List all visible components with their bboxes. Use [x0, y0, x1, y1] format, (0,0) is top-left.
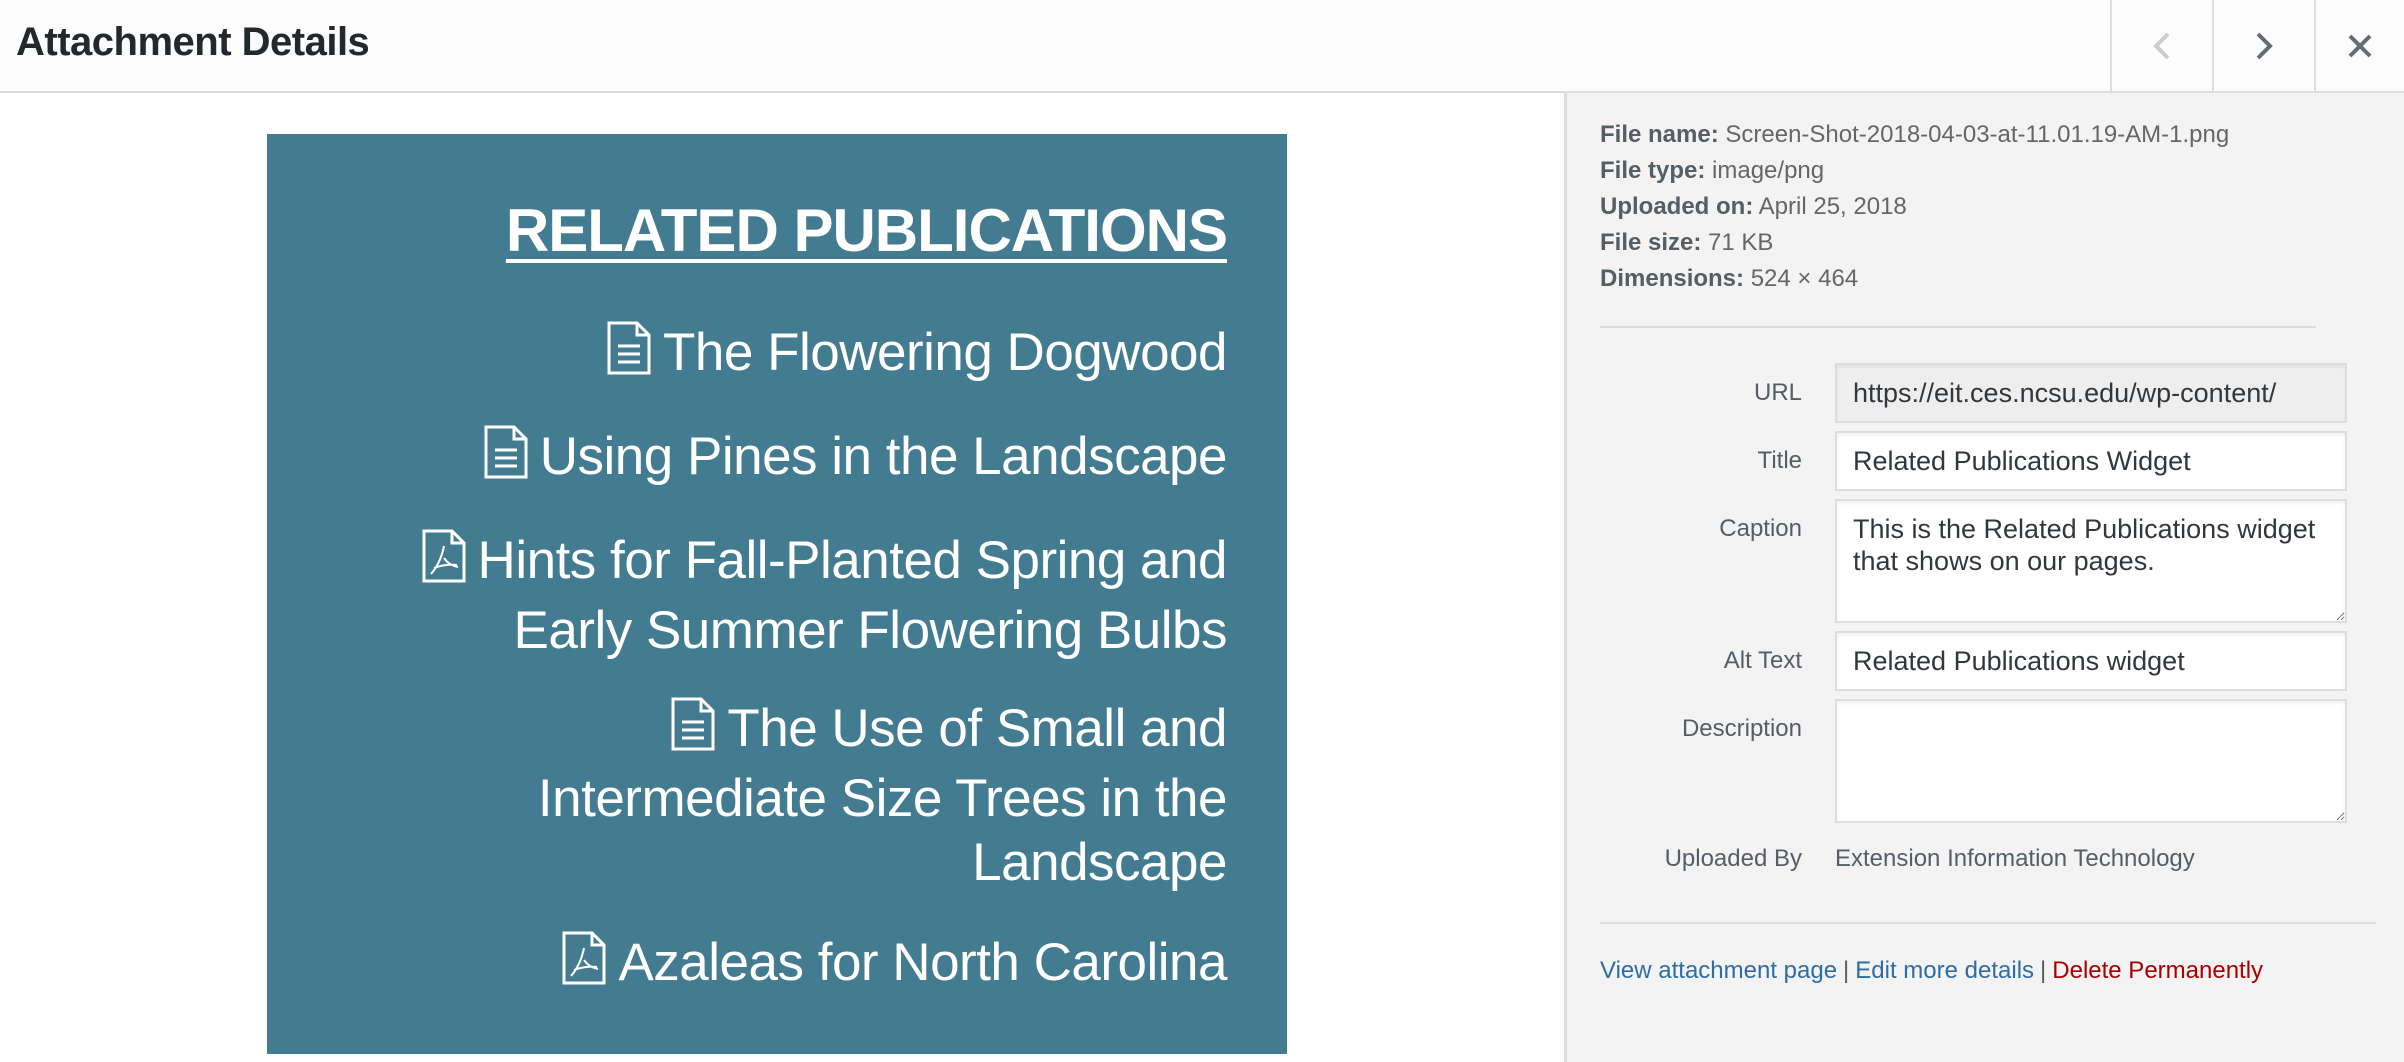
file-size-value: 71 KB: [1708, 229, 1774, 256]
file-name-row: File name: Screen-Shot-2018-04-03-at-11.…: [1600, 117, 2229, 153]
file-type-label: File type:: [1600, 157, 1706, 184]
dimensions-label: Dimensions:: [1600, 265, 1745, 292]
attachment-actions: View attachment page | Edit more details | D…: [1600, 957, 2263, 985]
separator: |: [1843, 957, 1850, 984]
delete-permanently-link[interactable]: Delete Permanently: [2052, 957, 2263, 984]
chevron-right-icon: [2256, 32, 2273, 59]
dimensions-row: Dimensions: 524 × 464: [1600, 261, 2229, 297]
document-icon: [482, 424, 530, 495]
description-field[interactable]: [1835, 699, 2347, 823]
document-icon: [669, 696, 717, 767]
preview-image: RELATED PUBLICATIONS The Flowering Dogwo…: [267, 134, 1287, 1054]
file-name-label: File name:: [1600, 121, 1719, 148]
pdf-icon: [420, 528, 468, 599]
divider: [1600, 326, 2316, 328]
uploaded-on-row: Uploaded on: April 25, 2018: [1600, 189, 2229, 225]
publication-title-line: Landscape: [972, 833, 1227, 892]
next-button[interactable]: [2212, 0, 2314, 91]
attachment-preview: RELATED PUBLICATIONS The Flowering Dogwo…: [0, 93, 1564, 1062]
modal-header: Attachment Details: [0, 0, 2404, 93]
publication-title-line: Early Summer Flowering Bulbs: [513, 601, 1227, 660]
divider: [1600, 922, 2376, 924]
previous-button[interactable]: [2110, 0, 2212, 91]
file-type-row: File type: image/png: [1600, 153, 2229, 189]
preview-publication-item: The Use of Small and Intermediate Size T…: [327, 696, 1228, 895]
alt-text-label: Alt Text: [1723, 647, 1802, 674]
file-name-value: Screen-Shot-2018-04-03-at-11.01.19-AM-1.…: [1725, 121, 2230, 148]
url-label: URL: [1753, 379, 1802, 406]
file-size-label: File size:: [1600, 229, 1702, 256]
uploaded-on-value: April 25, 2018: [1758, 193, 1907, 220]
preview-publication-item: Azaleas for North Carolina: [560, 930, 1227, 1001]
uploaded-by-label: Uploaded By: [1664, 845, 1802, 872]
close-icon: [2348, 34, 2372, 57]
uploaded-by-value: Extension Information Technology: [1835, 845, 2195, 872]
title-field[interactable]: [1835, 431, 2347, 491]
chevron-left-icon: [2153, 32, 2170, 59]
description-label: Description: [1681, 715, 1802, 742]
file-details: File name: Screen-Shot-2018-04-03-at-11.…: [1600, 117, 2229, 297]
caption-field[interactable]: This is the Related Publications widget …: [1835, 499, 2347, 623]
caption-label: Caption: [1719, 515, 1802, 542]
publication-title: The Use of Small and: [727, 699, 1227, 758]
document-icon: [605, 320, 653, 391]
close-button[interactable]: [2314, 0, 2404, 91]
preview-publication-item: Using Pines in the Landscape: [482, 424, 1228, 495]
publication-title: Using Pines in the Landscape: [539, 427, 1228, 486]
preview-publication-item: Hints for Fall-Planted Spring and Early …: [327, 528, 1228, 663]
separator: |: [2040, 957, 2047, 984]
publication-title-line: Intermediate Size Trees in the: [537, 769, 1228, 828]
preview-publication-item: The Flowering Dogwood: [605, 320, 1227, 391]
pdf-icon: [560, 930, 608, 1001]
dimensions-value: 524 × 464: [1750, 265, 1859, 292]
file-type-value: image/png: [1712, 157, 1825, 184]
title-label: Title: [1757, 447, 1802, 474]
url-field[interactable]: [1835, 363, 2347, 423]
file-size-row: File size: 71 KB: [1600, 225, 2229, 261]
edit-more-details-link[interactable]: Edit more details: [1855, 957, 2034, 984]
publication-title: Azaleas for North Carolina: [618, 933, 1227, 992]
page-title: Attachment Details: [16, 20, 370, 64]
uploaded-on-label: Uploaded on:: [1600, 193, 1754, 220]
attachment-details-sidebar: File name: Screen-Shot-2018-04-03-at-11.…: [1564, 93, 2404, 1062]
preview-image-title: RELATED PUBLICATIONS: [505, 197, 1228, 264]
view-attachment-page-link[interactable]: View attachment page: [1600, 957, 1837, 984]
publication-title: The Flowering Dogwood: [663, 323, 1227, 382]
publication-title: Hints for Fall-Planted Spring and: [477, 531, 1228, 590]
alt-text-field[interactable]: [1835, 631, 2347, 691]
